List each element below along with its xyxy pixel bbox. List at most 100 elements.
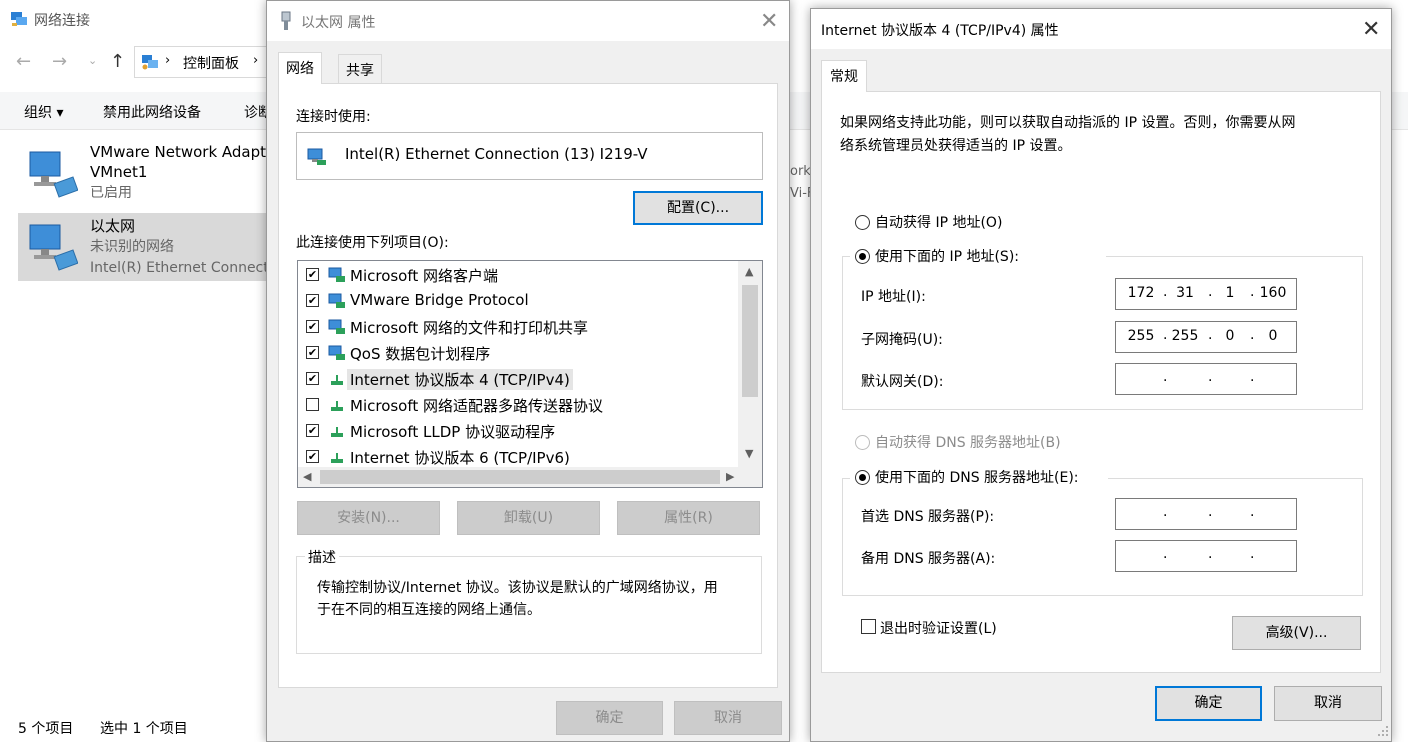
adapter-ethernet[interactable]: 以太网 未识别的网络 Intel(R) Ethernet Connection <box>18 213 268 281</box>
subnet-mask-field[interactable]: 255 . 255 . 0 . 0 <box>1115 321 1297 353</box>
octet-separator: . <box>1163 546 1168 562</box>
checkbox[interactable]: ✔ <box>306 294 319 307</box>
manual-ip-label: 使用下面的 IP 地址(S): <box>875 249 1019 265</box>
checkbox[interactable]: ✔ <box>306 268 319 281</box>
ip-address-field[interactable]: 172 . 31 . 1 . 160 <box>1115 278 1297 310</box>
checkbox[interactable]: ✔ <box>306 346 319 359</box>
close-icon[interactable]: ✕ <box>1362 19 1380 41</box>
advanced-button[interactable]: 高级(V)... <box>1232 616 1361 650</box>
uninstall-button[interactable]: 卸载(U) <box>457 501 600 535</box>
list-item[interactable]: Microsoft 网络适配器多路传送器协议 <box>298 392 738 418</box>
scroll-right-icon[interactable]: ▶ <box>726 470 734 483</box>
octet-separator: . <box>1250 504 1255 520</box>
scrollbar-thumb[interactable] <box>742 285 758 397</box>
protocol-icon <box>331 375 343 385</box>
close-icon[interactable]: ✕ <box>760 11 778 33</box>
preferred-dns-field[interactable]: . . . <box>1115 498 1297 530</box>
item-count: 5 个项目 <box>18 721 74 737</box>
list-item-selected[interactable]: ✔ Internet 协议版本 4 (TCP/IPv4) <box>298 366 738 392</box>
ip-octet: 160 <box>1259 285 1287 301</box>
list-item[interactable]: ✔ Microsoft LLDP 协议驱动程序 <box>298 418 738 444</box>
auto-ip-radio[interactable] <box>855 215 870 230</box>
protocol-icon <box>331 453 343 463</box>
mask-octet: 255 <box>1127 328 1155 344</box>
adapter-name: 以太网 <box>90 217 136 235</box>
adapter-name: VMware Network Adapter <box>90 143 282 161</box>
octet-separator: . <box>1250 369 1255 385</box>
octet-separator: . <box>1208 284 1213 300</box>
install-button[interactable]: 安装(N)... <box>297 501 440 535</box>
cancel-button[interactable]: 取消 <box>674 701 782 735</box>
adapter-field: Intel(R) Ethernet Connection (13) I219-V <box>296 132 763 180</box>
breadcrumb-control-panel[interactable]: 控制面板 <box>183 53 239 73</box>
breadcrumb-chevron-icon: › <box>165 53 171 68</box>
manual-dns-group <box>842 478 1363 596</box>
dialog-titlebar: Internet 协议版本 4 (TCP/IPv4) 属性 ✕ <box>811 9 1391 49</box>
preferred-dns-label: 首选 DNS 服务器(P): <box>861 509 995 525</box>
intro-text: 如果网络支持此功能，则可以获取自动指派的 IP 设置。否则，你需要从网 <box>840 115 1296 131</box>
list-item-label: Internet 协议版本 4 (TCP/IPv4) <box>347 369 573 390</box>
network-folder-icon <box>11 12 27 26</box>
items-label: 此连接使用下列项目(O): <box>296 235 449 251</box>
list-item[interactable]: ✔ VMware Bridge Protocol <box>298 288 738 314</box>
gateway-label: 默认网关(D): <box>861 374 944 390</box>
octet-separator: . <box>1250 327 1255 343</box>
ip-octet: 31 <box>1176 285 1194 301</box>
connect-using-label: 连接时使用: <box>296 109 371 125</box>
disable-device-button[interactable]: 禁用此网络设备 <box>103 102 201 122</box>
explorer-title: 网络连接 <box>34 13 90 29</box>
list-item[interactable]: ✔ Microsoft 网络的文件和打印机共享 <box>298 314 738 340</box>
list-item-label: Internet 协议版本 6 (TCP/IPv6) <box>350 449 570 467</box>
horizontal-scrollbar[interactable]: ◀ ▶ <box>298 467 762 487</box>
ok-button[interactable]: 确定 <box>556 701 663 735</box>
scroll-up-icon[interactable]: ▲ <box>745 265 753 278</box>
ipv4-properties-dialog: Internet 协议版本 4 (TCP/IPv4) 属性 ✕ 常规 如果网络支… <box>810 8 1392 742</box>
octet-separator: . <box>1208 504 1213 520</box>
alternate-dns-label: 备用 DNS 服务器(A): <box>861 551 996 567</box>
octet-separator: . <box>1208 546 1213 562</box>
network-adapter-icon <box>29 151 78 198</box>
scroll-left-icon[interactable]: ◀ <box>303 470 311 483</box>
list-item[interactable]: ✔ Microsoft 网络客户端 <box>298 262 738 288</box>
checkbox[interactable]: ✔ <box>306 424 319 437</box>
manual-ip-legend: 使用下面的 IP 地址(S): <box>850 244 1106 266</box>
checkbox[interactable]: ✔ <box>306 372 319 385</box>
octet-separator: . <box>1163 327 1168 343</box>
components-list[interactable]: ✔ Microsoft 网络客户端 ✔ VMware Bridge Protoc… <box>297 260 763 488</box>
checkbox[interactable] <box>306 398 319 411</box>
alternate-dns-field[interactable]: . . . <box>1115 540 1297 572</box>
resize-grip-icon[interactable] <box>1377 725 1389 737</box>
manual-dns-radio[interactable] <box>855 470 870 485</box>
checkbox[interactable]: ✔ <box>306 450 319 463</box>
manual-ip-radio[interactable] <box>855 249 870 264</box>
adapter-name: Intel(R) Ethernet Connection (13) I219-V <box>345 145 648 163</box>
gateway-field[interactable]: . . . <box>1115 363 1297 395</box>
organize-menu[interactable]: 组织 ▾ <box>24 102 63 122</box>
properties-button[interactable]: 属性(R) <box>617 501 760 535</box>
forward-arrow-icon[interactable]: → <box>52 51 67 72</box>
back-arrow-icon[interactable]: ← <box>16 51 31 72</box>
description-text: 于在不同的相互连接的网络上通信。 <box>317 602 541 618</box>
ip-octet: 1 <box>1225 285 1235 301</box>
vertical-scrollbar[interactable]: ▲ ▼ <box>738 261 762 467</box>
tab-network[interactable]: 网络 <box>278 52 322 84</box>
cancel-button[interactable]: 取消 <box>1274 686 1382 721</box>
configure-button[interactable]: 配置(C)... <box>633 191 763 225</box>
scroll-down-icon[interactable]: ▼ <box>745 447 753 460</box>
ok-button[interactable]: 确定 <box>1155 686 1262 721</box>
octet-separator: . <box>1163 369 1168 385</box>
list-item[interactable]: ✔ QoS 数据包计划程序 <box>298 340 738 366</box>
scrollbar-thumb[interactable] <box>320 470 720 484</box>
octet-separator: . <box>1250 284 1255 300</box>
checkbox[interactable]: ✔ <box>306 320 319 333</box>
adapter-device: Intel(R) Ethernet Connection <box>90 260 268 276</box>
protocol-icon <box>331 427 343 437</box>
adapter-vmnet1[interactable]: VMware Network Adapter VMnet1 已启用 <box>18 140 281 208</box>
mask-octet: 0 <box>1268 328 1278 344</box>
tab-general[interactable]: 常规 <box>821 60 867 92</box>
auto-dns-radio[interactable] <box>855 435 870 450</box>
up-arrow-icon[interactable]: ↑ <box>110 51 125 72</box>
validate-checkbox[interactable] <box>861 619 876 634</box>
tab-sharing[interactable]: 共享 <box>338 54 382 84</box>
recent-chevron-icon[interactable]: ⌄ <box>88 54 97 67</box>
